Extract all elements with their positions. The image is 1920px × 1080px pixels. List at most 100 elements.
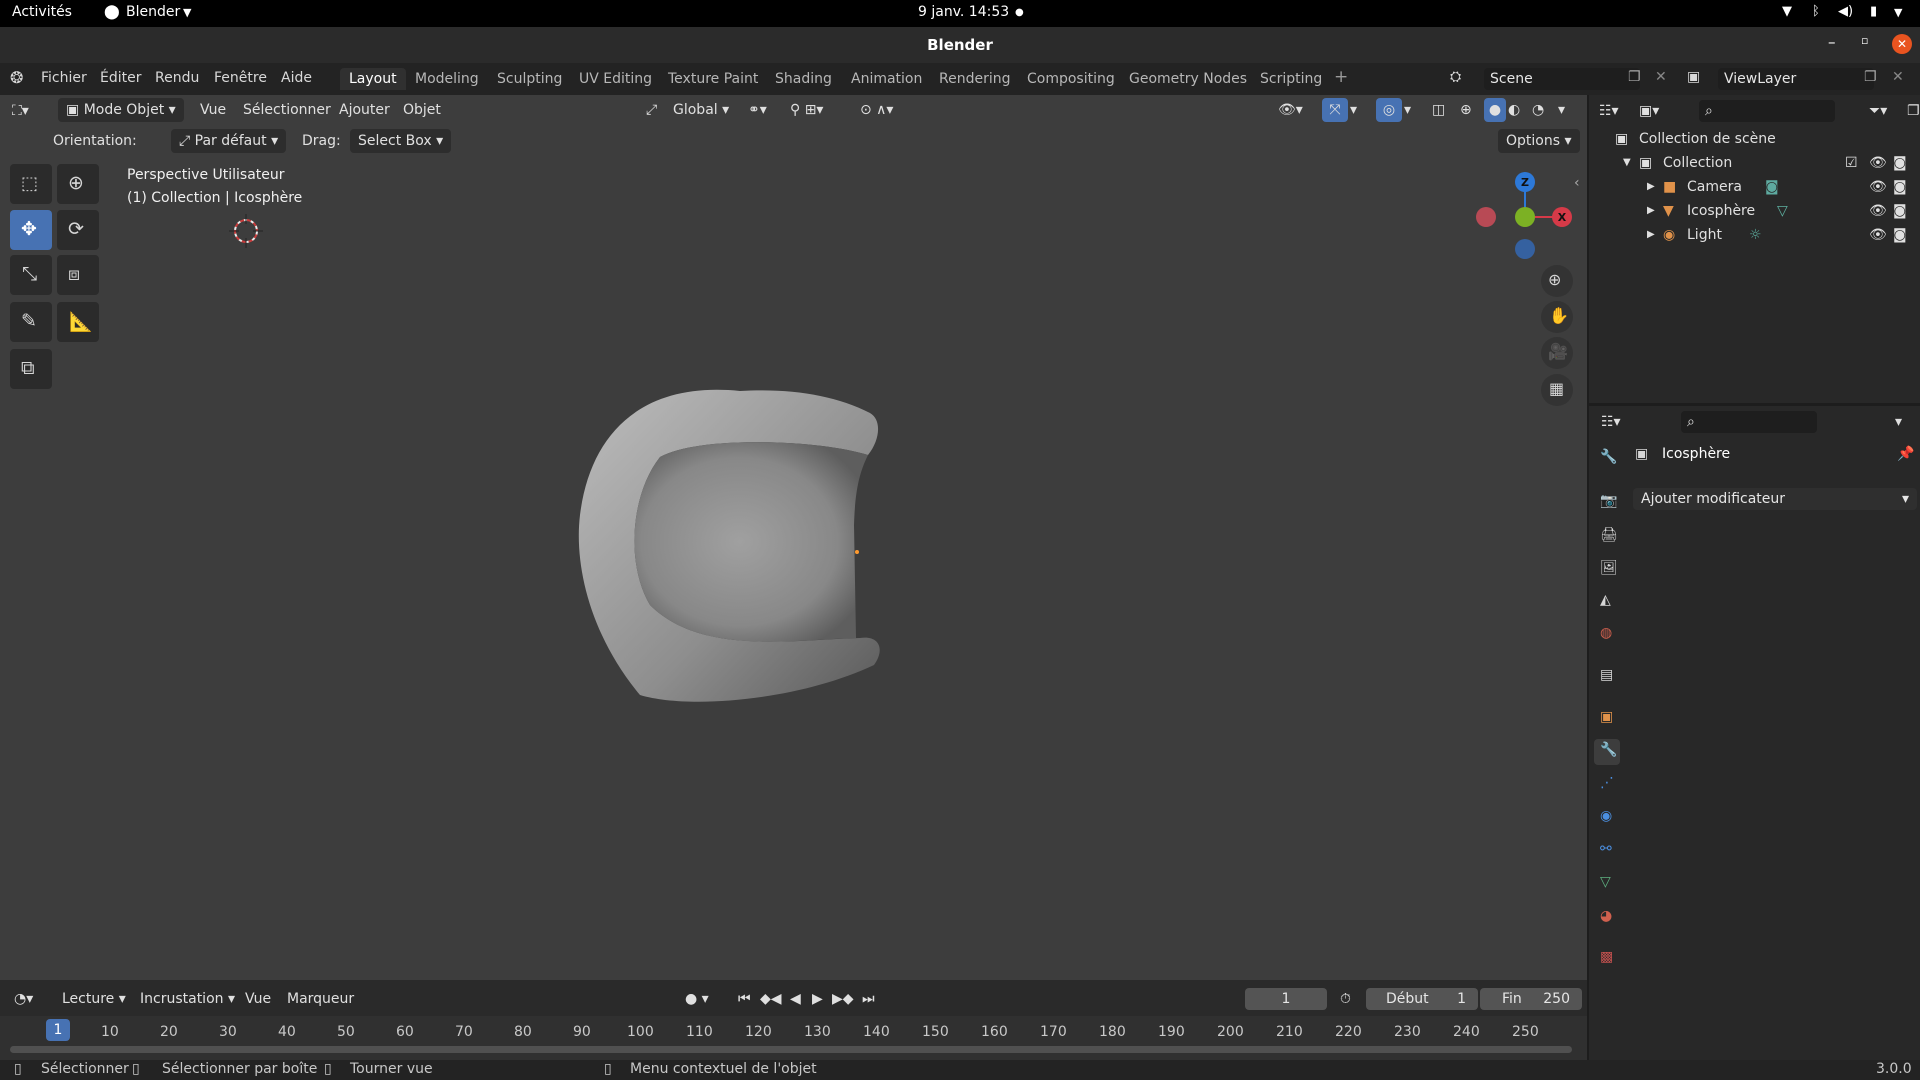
end-frame-field[interactable]: Fin 250	[1480, 988, 1582, 1010]
visibility-eye-icon[interactable]: 👁	[1869, 175, 1887, 199]
add-modifier-dropdown[interactable]: Ajouter modificateur ▾	[1633, 488, 1917, 510]
expand-chevron-icon[interactable]: ▼	[1623, 151, 1631, 175]
tab-view-layer-icon[interactable]: 🖼	[1594, 557, 1620, 583]
exclude-checkbox[interactable]: ☑	[1845, 151, 1858, 175]
scene-name-field[interactable]: Scene	[1484, 68, 1640, 90]
outliner-editor-type-icon[interactable]: ☷▾	[1599, 99, 1619, 123]
solid-shading-icon[interactable]: ●	[1484, 98, 1506, 122]
app-menu-icon[interactable]: ⬤	[104, 4, 120, 20]
transform-tool[interactable]: ⧈	[57, 255, 99, 295]
tab-collection-icon[interactable]: ▤	[1594, 664, 1620, 690]
tab-scripting[interactable]: Scripting	[1251, 68, 1331, 90]
tab-data-icon[interactable]: ▽	[1594, 871, 1620, 897]
delete-view-layer-icon[interactable]: ✕	[1892, 69, 1904, 85]
tab-shading[interactable]: Shading	[766, 68, 841, 90]
display-mode-icon[interactable]: ▣▾	[1639, 99, 1659, 123]
view-layer-icon[interactable]: ▣	[1687, 69, 1700, 85]
icosphere-object[interactable]	[578, 389, 880, 702]
drag-select[interactable]: Select Box ▾	[350, 129, 452, 153]
transform-orientation-select[interactable]: Global ▾	[673, 98, 729, 122]
app-menu-button[interactable]: Blender	[126, 4, 180, 20]
filter-icon[interactable]: ⏷▾	[1869, 99, 1887, 123]
expand-chevron-icon[interactable]: ▶	[1647, 175, 1655, 199]
visibility-eye-icon[interactable]: 👁	[1869, 199, 1887, 223]
new-view-layer-icon[interactable]: ❐	[1864, 69, 1877, 85]
visibility-eye-icon[interactable]: 👁	[1869, 223, 1887, 247]
shading-dropdown-icon[interactable]: ▾	[1558, 98, 1565, 122]
timeline-menu-view[interactable]: Vue	[245, 987, 271, 1011]
material-shading-icon[interactable]: ◐	[1508, 98, 1520, 122]
xray-toggle-icon[interactable]: ◫	[1432, 98, 1445, 122]
annotate-tool[interactable]: ✎	[10, 302, 52, 342]
expand-chevron-icon[interactable]: ▶	[1647, 199, 1655, 223]
auto-keying-icon[interactable]: ● ▾	[685, 987, 709, 1011]
pan-view-button[interactable]: ✋	[1541, 301, 1573, 333]
proportional-edit-icon[interactable]: ⊙ ∧▾	[860, 98, 893, 122]
timeline-editor-type-icon[interactable]: ◔▾	[14, 987, 33, 1011]
tab-material-icon[interactable]: ◕	[1594, 905, 1620, 931]
options-dropdown[interactable]: Options ▾	[1498, 129, 1580, 153]
3d-viewport[interactable]: Perspective Utilisateur (1) Collection |…	[0, 95, 1587, 980]
visibility-eye-icon[interactable]: 👁	[1869, 151, 1887, 175]
blender-logo-icon[interactable]: ❂	[10, 68, 23, 87]
tab-object-icon[interactable]: ▣	[1594, 706, 1620, 732]
timeline-scrollbar[interactable]	[10, 1046, 1572, 1053]
outliner-row-collection[interactable]: ▼ ▣ Collection ☑ 👁 ◙	[1589, 151, 1920, 175]
new-collection-icon[interactable]: ❐	[1907, 99, 1920, 123]
tab-world-icon[interactable]: ◍	[1594, 622, 1620, 648]
play-icon[interactable]: ▶	[812, 987, 823, 1011]
orientation-select[interactable]: ⤢ Par défaut ▾	[171, 129, 287, 153]
gizmo-neg-x-icon[interactable]	[1476, 207, 1496, 227]
menu-object[interactable]: Objet	[403, 98, 441, 122]
gizmo-toggle-icon[interactable]: ⤧	[1322, 98, 1348, 122]
tab-particles-icon[interactable]: ⋰	[1594, 772, 1620, 798]
tab-physics-icon[interactable]: ◉	[1594, 805, 1620, 831]
menu-edit[interactable]: Éditer	[100, 70, 141, 86]
wifi-icon[interactable]: ▼	[1782, 4, 1792, 19]
tab-render-icon[interactable]: 📷	[1594, 490, 1620, 516]
outliner-row-camera[interactable]: ▶ ■ Camera ◙ 👁 ◙	[1589, 175, 1920, 199]
snap-icon[interactable]: ⚲ ⊞▾	[790, 98, 823, 122]
volume-icon[interactable]: ◀)	[1838, 4, 1853, 19]
close-icon[interactable]: ✕	[1892, 34, 1912, 54]
preview-range-icon[interactable]: ⏱	[1340, 987, 1351, 1011]
tab-compositing[interactable]: Compositing	[1018, 68, 1124, 90]
outliner-search-input[interactable]: ⌕	[1699, 100, 1835, 122]
scene-selector-icon[interactable]: ⛭	[1450, 69, 1461, 85]
ortho-toggle-button[interactable]: ▦	[1541, 374, 1573, 406]
battery-icon[interactable]: ▮	[1870, 4, 1877, 19]
add-workspace-icon[interactable]: +	[1334, 67, 1348, 87]
menu-select[interactable]: Sélectionner	[243, 98, 331, 122]
gizmo-dropdown-icon[interactable]: ▾	[1350, 98, 1357, 122]
system-menu-chevron-icon[interactable]: ▼	[1894, 6, 1902, 19]
pivot-point-icon[interactable]: ⚭▾	[748, 98, 767, 122]
properties-editor-type-icon[interactable]: ☷▾	[1601, 410, 1621, 434]
play-reverse-icon[interactable]: ◀	[790, 987, 801, 1011]
jump-keyframe-back-icon[interactable]: ◆◀	[760, 987, 782, 1011]
light-data-icon[interactable]: ☼	[1749, 223, 1762, 247]
tab-scene-icon[interactable]: ◭	[1594, 589, 1620, 615]
properties-options-icon[interactable]: ▾	[1895, 410, 1902, 434]
mode-selector[interactable]: ▣ Mode Objet ▾	[58, 98, 184, 122]
render-camera-icon[interactable]: ◙	[1893, 223, 1907, 247]
tab-rendering[interactable]: Rendering	[930, 68, 1020, 90]
measure-tool[interactable]: 📐	[57, 302, 99, 342]
timeline-menu-playback[interactable]: Lecture ▾	[62, 987, 126, 1011]
playhead-frame[interactable]: 1	[46, 1019, 70, 1041]
menu-add[interactable]: Ajouter	[339, 98, 390, 122]
bluetooth-icon[interactable]: ᛒ	[1812, 4, 1820, 19]
tab-texture-icon[interactable]: ▩	[1594, 946, 1620, 972]
clock[interactable]: 9 janv. 14:53	[918, 4, 1009, 20]
start-frame-field[interactable]: Début 1	[1366, 988, 1478, 1010]
menu-window[interactable]: Fenêtre	[214, 70, 267, 86]
maximize-icon[interactable]: ▫	[1861, 34, 1868, 47]
scale-tool[interactable]: ⤡	[10, 255, 52, 295]
camera-data-icon[interactable]: ◙	[1765, 175, 1779, 199]
outliner-row-light[interactable]: ▶ ◉ Light ☼ 👁 ◙	[1589, 223, 1920, 247]
view-layer-field[interactable]: ViewLayer	[1718, 68, 1874, 90]
tab-texture-paint[interactable]: Texture Paint	[659, 68, 767, 90]
wireframe-shading-icon[interactable]: ⊕	[1460, 98, 1472, 122]
cursor-tool[interactable]: ⊕	[57, 164, 99, 204]
render-camera-icon[interactable]: ◙	[1893, 199, 1907, 223]
tab-modifier-icon[interactable]: 🔧	[1594, 739, 1620, 765]
